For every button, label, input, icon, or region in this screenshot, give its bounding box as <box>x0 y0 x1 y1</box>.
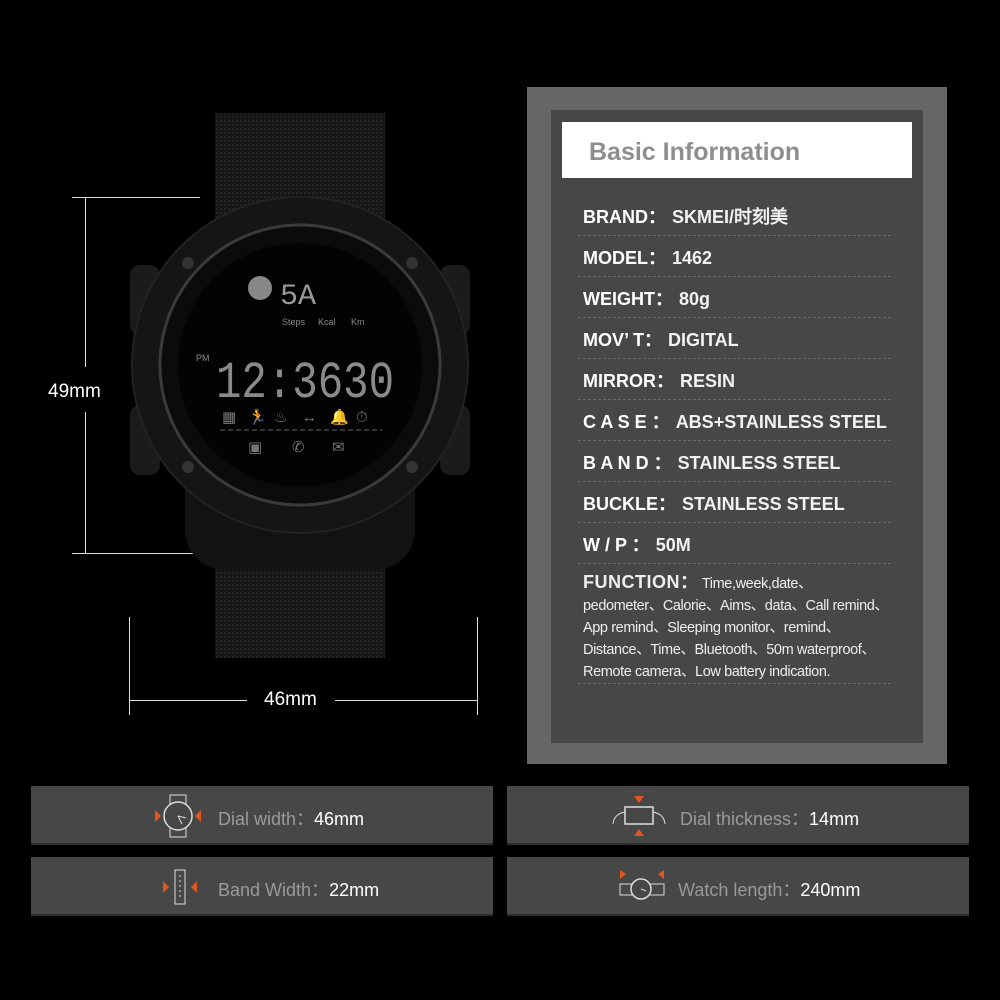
svg-text:♨: ♨ <box>274 409 287 426</box>
panel-title: Basic Information <box>589 138 801 166</box>
watch-strap-icon <box>619 870 665 900</box>
info-key: MIRROR： RESIN <box>583 371 736 391</box>
info-row: BUCKLE： STAINLESS STEEL <box>578 482 891 523</box>
height-line-bottom <box>85 412 86 554</box>
watch-side-icon <box>612 796 666 836</box>
info-value: STAINLESS STEEL <box>682 494 845 514</box>
info-value: STAINLESS STEEL <box>677 453 841 473</box>
info-panel-header: Basic Information <box>562 122 912 178</box>
svg-text:⏱: ⏱ <box>356 409 368 426</box>
spec-value: 22mm <box>329 880 380 900</box>
info-key: B A N D ： STAINLESS STEEL <box>583 453 841 473</box>
info-row: C A S E ： ABS+STAINLESS STEEL <box>578 400 891 441</box>
info-row: B A N D ： STAINLESS STEEL <box>578 441 891 482</box>
steps-label: Steps <box>282 317 306 327</box>
svg-text:🔔: 🔔 <box>330 408 349 426</box>
pm-label: PM <box>196 353 210 363</box>
info-key: W / P ： 50M <box>583 535 691 555</box>
spec-band-width: Band Width：22mm <box>31 857 493 916</box>
spec-value: 14mm <box>809 809 860 829</box>
info-value: SKMEI/时刻美 <box>672 207 789 227</box>
info-row: MIRROR： RESIN <box>578 359 891 400</box>
info-value: DIGITAL <box>668 330 739 350</box>
spec-label: Band Width： <box>218 880 330 900</box>
info-row: W / P ： 50M <box>578 523 891 564</box>
width-line-right <box>335 700 477 701</box>
svg-text:↔: ↔ <box>302 409 317 426</box>
spec-label: Watch length： <box>678 880 801 900</box>
svg-text:✉: ✉ <box>332 439 345 456</box>
spec-value: 46mm <box>314 809 365 829</box>
info-value: ABS+STAINLESS STEEL <box>675 412 887 432</box>
spec-label: Dial thickness： <box>680 809 810 829</box>
spec-value: 240mm <box>800 880 861 900</box>
info-key: C A S E ： ABS+STAINLESS STEEL <box>583 412 887 432</box>
spec-dial-thickness: Dial thickness：14mm <box>507 786 969 845</box>
bluetooth-icon <box>248 276 272 300</box>
info-row: WEIGHT： 80g <box>578 277 891 318</box>
width-line-left <box>129 700 247 701</box>
spec-label: Dial width： <box>218 809 315 829</box>
svg-text:🏃: 🏃 <box>248 408 267 426</box>
info-key: BUCKLE： STAINLESS STEEL <box>583 494 845 514</box>
info-key: BRAND： SKMEI/时刻美 <box>583 207 789 227</box>
info-key: MOV’ T： DIGITAL <box>583 330 739 350</box>
height-line-top <box>85 197 86 367</box>
info-value: RESIN <box>680 371 736 391</box>
info-row: MOV’ T： DIGITAL <box>578 318 891 359</box>
time-display: 12:3630 <box>216 354 394 413</box>
info-value: 1462 <box>672 248 713 268</box>
height-label: 49mm <box>48 381 101 402</box>
top-digits: 5A <box>280 280 316 314</box>
info-row: MODEL： 1462 <box>578 236 891 277</box>
spec-dial-width: Dial width：46mm <box>31 786 493 845</box>
band-icon <box>163 869 197 905</box>
info-value: 50M <box>655 535 691 555</box>
svg-text:▣: ▣ <box>248 439 262 456</box>
svg-text:✆: ✆ <box>292 439 305 456</box>
function-key: FUNCTION： <box>583 572 699 592</box>
width-label: 46mm <box>264 689 317 710</box>
spec-watch-length: Watch length：240mm <box>507 857 969 916</box>
info-row: BRAND： SKMEI/时刻美 <box>578 195 891 236</box>
kcal-label: Kcal <box>318 317 336 327</box>
function-row: FUNCTION： Time,week,date、pedometer、Calor… <box>578 562 891 684</box>
info-key: MODEL： 1462 <box>583 248 713 268</box>
km-label: Km <box>351 317 365 327</box>
watch-face-icon <box>155 794 201 838</box>
info-value: 80g <box>679 289 711 309</box>
watch-image: 5A Steps Kcal Km PM 12:3630 ▦ 🏃 ♨ ↔ 🔔 ⏱ ▣ ✆ ✉ <box>130 113 470 658</box>
svg-text:▦: ▦ <box>222 409 236 426</box>
info-key: WEIGHT： 80g <box>583 289 711 309</box>
